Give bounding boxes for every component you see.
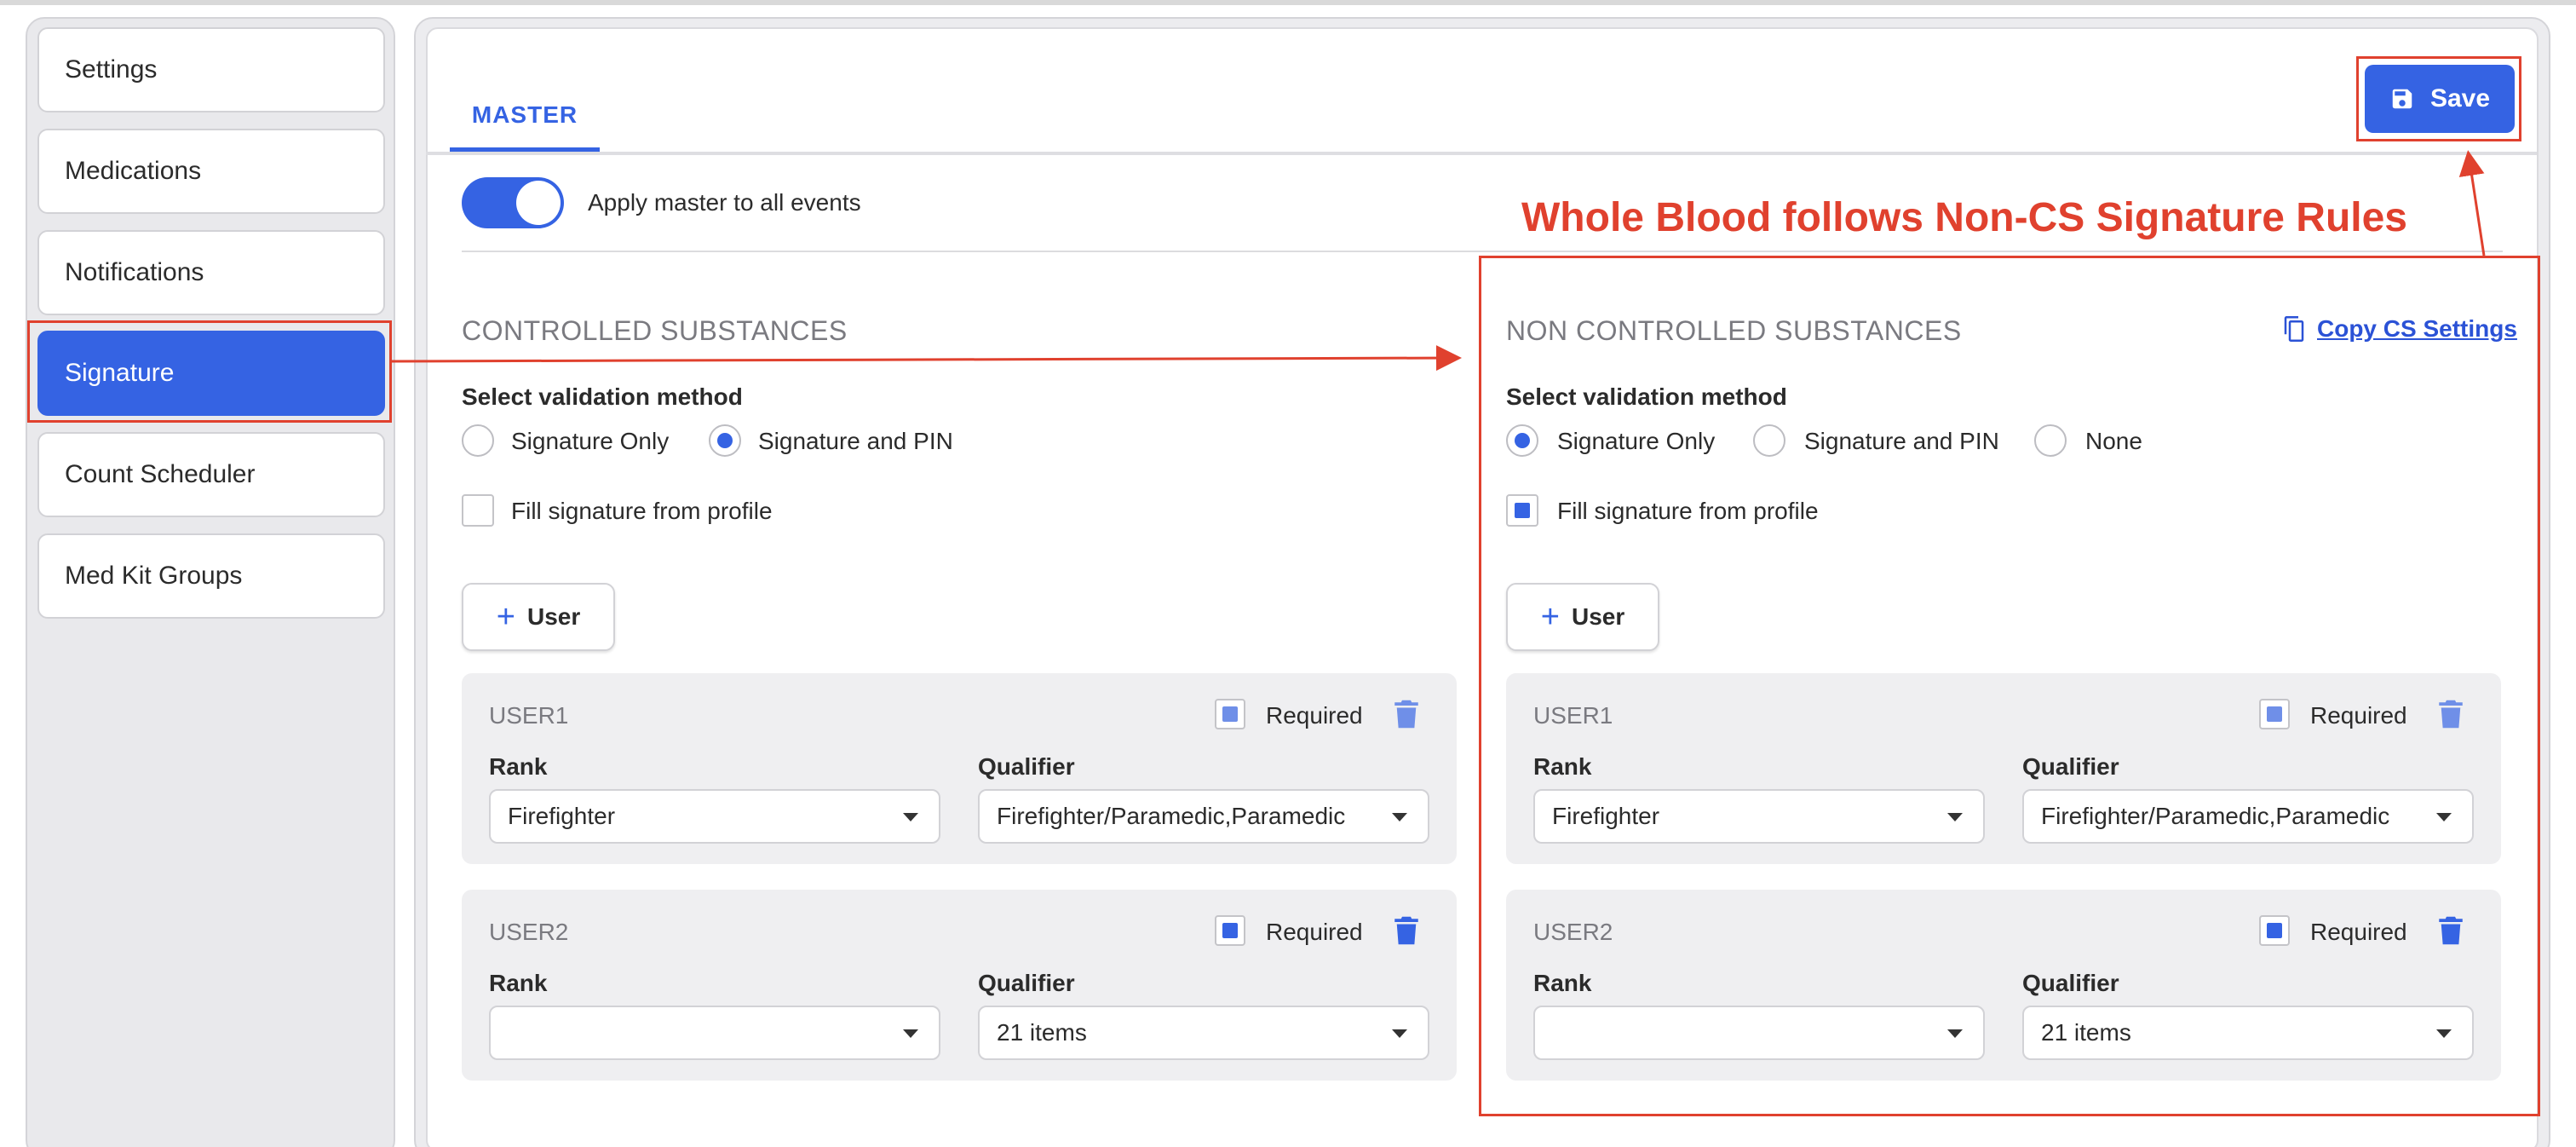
user-name: USER1: [1533, 702, 1613, 729]
tab-master[interactable]: MASTER: [450, 77, 600, 153]
cs-radio-signature-pin[interactable]: [709, 424, 741, 457]
sidebar-item-medications[interactable]: Medications: [37, 129, 385, 214]
apply-master-label: Apply master to all events: [588, 189, 861, 216]
required-checkbox[interactable]: [2259, 915, 2290, 946]
qualifier-select[interactable]: 21 items: [978, 1006, 1429, 1060]
cs-user-card: USER1 Required Rank Qualifier Firefighte…: [462, 673, 1457, 864]
toggle-knob: [516, 181, 561, 225]
noncs-add-user-button[interactable]: + User: [1506, 583, 1659, 651]
caret-down-icon: [2436, 1029, 2452, 1038]
user-name: USER2: [489, 919, 569, 945]
required-checkbox[interactable]: [1215, 915, 1245, 946]
noncs-radio-signature-pin[interactable]: [1753, 424, 1785, 457]
plus-icon: +: [1540, 599, 1560, 635]
annotation-box-save: [2356, 56, 2521, 141]
rank-select[interactable]: [1533, 1006, 1985, 1060]
qualifier-value: Firefighter/Paramedic,Paramedic: [997, 803, 1346, 829]
sidebar-item-count-scheduler[interactable]: Count Scheduler: [37, 432, 385, 517]
cs-fill-signature-checkbox[interactable]: [462, 494, 494, 527]
sidebar: Settings Medications Notifications Signa…: [26, 17, 395, 1147]
noncs-radio-label: Signature and PIN: [1804, 428, 1999, 454]
trash-icon[interactable]: [2438, 915, 2464, 946]
sidebar-item-label: Notifications: [65, 258, 204, 286]
cs-radio-label: Signature and PIN: [758, 428, 953, 454]
cs-section-title: CONTROLLED SUBSTANCES: [462, 315, 848, 346]
qualifier-label: Qualifier: [978, 753, 1075, 780]
qualifier-label: Qualifier: [978, 970, 1075, 996]
cs-validation-label: Select validation method: [462, 383, 743, 410]
noncs-radio-none[interactable]: [2034, 424, 2067, 457]
caret-down-icon: [903, 1029, 918, 1038]
noncs-fill-signature-checkbox[interactable]: [1506, 494, 1538, 527]
trash-icon[interactable]: [2438, 699, 2464, 729]
cs-add-user-button[interactable]: + User: [462, 583, 615, 651]
sidebar-item-label: Medications: [65, 157, 202, 185]
caret-down-icon: [903, 813, 918, 821]
rank-select[interactable]: [489, 1006, 940, 1060]
add-user-label: User: [526, 603, 581, 630]
cs-radio-signature-only[interactable]: [462, 424, 494, 457]
trash-icon[interactable]: [1394, 915, 1419, 946]
user-name: USER1: [489, 702, 569, 729]
noncs-fill-signature-label: Fill signature from profile: [1557, 498, 1819, 524]
apply-master-toggle[interactable]: [462, 177, 564, 228]
sidebar-item-settings[interactable]: Settings: [37, 27, 385, 112]
rank-value: Firefighter: [508, 803, 616, 829]
required-checkbox[interactable]: [2259, 699, 2290, 729]
noncs-validation-label: Select validation method: [1506, 383, 1787, 410]
rank-label: Rank: [489, 970, 548, 996]
required-label: Required: [1266, 919, 1363, 945]
qualifier-value: 21 items: [997, 1019, 1087, 1046]
caret-down-icon: [1392, 813, 1407, 821]
cs-radio-label: Signature Only: [511, 428, 670, 454]
cs-fill-signature-label: Fill signature from profile: [511, 498, 773, 524]
copy-icon: [2284, 316, 2304, 342]
plus-icon: +: [496, 599, 515, 635]
user-name: USER2: [1533, 919, 1613, 945]
sidebar-item-label: Settings: [65, 55, 158, 84]
noncs-radio-signature-only[interactable]: [1506, 424, 1538, 457]
sidebar-item-notifications[interactable]: Notifications: [37, 230, 385, 315]
required-label: Required: [2310, 919, 2407, 945]
sidebar-item-label: Med Kit Groups: [65, 562, 243, 590]
annotation-title: Whole Blood follows Non-CS Signature Rul…: [1521, 195, 2407, 240]
noncs-section-title: NON CONTROLLED SUBSTANCES: [1506, 315, 1962, 346]
rank-label: Rank: [1533, 970, 1592, 996]
cs-user-card: USER2 Required Rank Qualifier 21 items: [462, 890, 1457, 1081]
section-divider: [462, 251, 2503, 252]
sidebar-item-med-kit-groups[interactable]: Med Kit Groups: [37, 533, 385, 619]
rank-select[interactable]: Firefighter: [1533, 789, 1985, 844]
required-label: Required: [2310, 702, 2407, 729]
noncs-user-card: USER1 Required Rank Qualifier Firefighte…: [1506, 673, 2501, 864]
caret-down-icon: [2436, 813, 2452, 821]
noncs-radio-label: Signature Only: [1557, 428, 1716, 454]
qualifier-value: 21 items: [2041, 1019, 2131, 1046]
noncs-radio-label: None: [2085, 428, 2142, 454]
caret-down-icon: [1947, 1029, 1963, 1038]
qualifier-select[interactable]: 21 items: [2022, 1006, 2474, 1060]
trash-icon[interactable]: [1394, 699, 1419, 729]
qualifier-value: Firefighter/Paramedic,Paramedic: [2041, 803, 2390, 829]
caret-down-icon: [1947, 813, 1963, 821]
noncs-user-card: USER2 Required Rank Qualifier 21 items: [1506, 890, 2501, 1081]
annotation-box-signature: [27, 320, 392, 423]
tab-divider: [426, 152, 2537, 155]
sidebar-item-label: Count Scheduler: [65, 460, 256, 488]
caret-down-icon: [1392, 1029, 1407, 1038]
qualifier-select[interactable]: Firefighter/Paramedic,Paramedic: [2022, 789, 2474, 844]
rank-label: Rank: [1533, 753, 1592, 780]
add-user-label: User: [1571, 603, 1625, 630]
rank-label: Rank: [489, 753, 548, 780]
required-label: Required: [1266, 702, 1363, 729]
qualifier-select[interactable]: Firefighter/Paramedic,Paramedic: [978, 789, 1429, 844]
qualifier-label: Qualifier: [2022, 970, 2119, 996]
copy-cs-settings-label: Copy CS Settings: [2317, 315, 2517, 342]
rank-value: Firefighter: [1552, 803, 1660, 829]
copy-cs-settings-link[interactable]: Copy CS Settings: [2283, 315, 2517, 343]
rank-select[interactable]: Firefighter: [489, 789, 940, 844]
top-border: [0, 0, 2576, 5]
required-checkbox[interactable]: [1215, 699, 1245, 729]
qualifier-label: Qualifier: [2022, 753, 2119, 780]
